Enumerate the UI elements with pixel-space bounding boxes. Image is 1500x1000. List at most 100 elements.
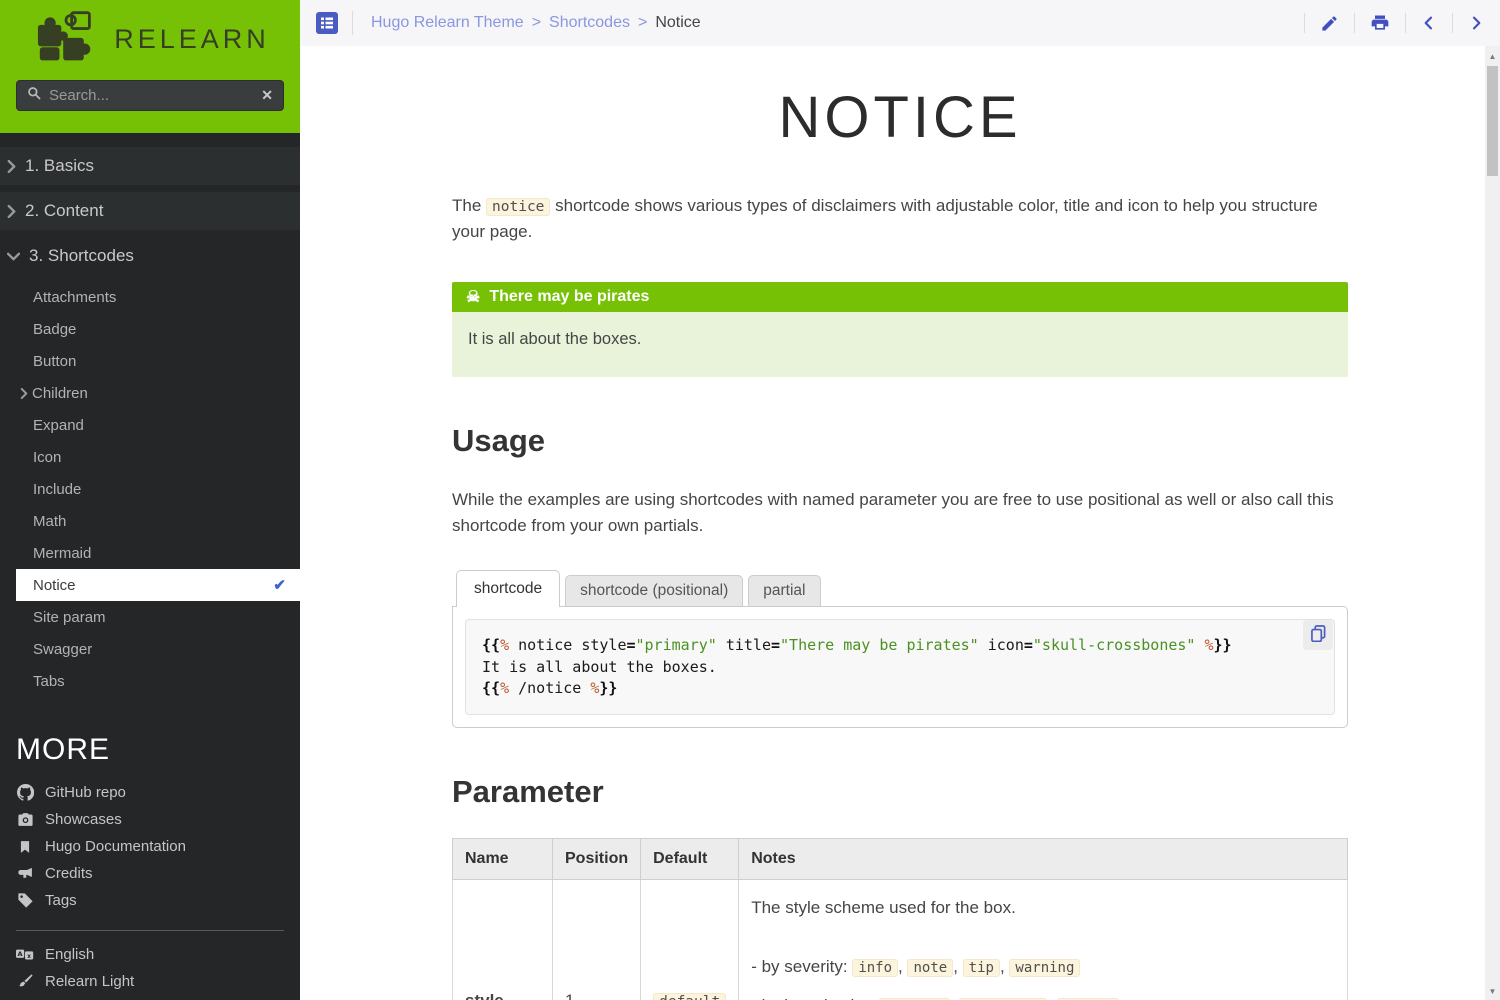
page-content: NOTICE The notice shortcode shows variou…: [300, 46, 1500, 1000]
sidebar-item-icon[interactable]: Icon: [0, 441, 300, 473]
code-token: "primary": [636, 636, 717, 654]
copy-code-button[interactable]: [1303, 620, 1333, 650]
sidebar-link-hugo-documentation[interactable]: Hugo Documentation: [0, 833, 300, 860]
print-button[interactable]: [1370, 13, 1390, 33]
next-page-button[interactable]: [1468, 14, 1484, 32]
intro-paragraph: The notice shortcode shows various types…: [452, 193, 1348, 246]
usage-heading: Usage: [452, 423, 1348, 459]
intro-text: The: [452, 196, 486, 215]
skull-crossbones-icon: ☠: [466, 287, 480, 307]
breadcrumb-separator: >: [532, 14, 541, 32]
chevron-right-icon: [20, 388, 28, 399]
code-token: /notice: [509, 679, 590, 697]
sidebar-link-label: Credits: [45, 865, 93, 882]
clear-search-icon[interactable]: ✕: [261, 87, 273, 104]
param-notes-cell: The style scheme used for the box. - by …: [739, 880, 1348, 1000]
code-token: "skull-crossbones": [1033, 636, 1196, 654]
parameter-heading: Parameter: [452, 774, 1348, 810]
code-token: =: [771, 636, 780, 654]
github-icon: [16, 784, 34, 801]
toc-menu-button[interactable]: [316, 12, 338, 34]
sidebar-theme-switch[interactable]: Relearn Light: [0, 968, 300, 995]
brand[interactable]: RELEARN: [0, 10, 300, 68]
chevron-right-icon: [7, 205, 16, 218]
page-title: NOTICE: [452, 84, 1348, 151]
sidebar-link-showcases[interactable]: Showcases: [0, 806, 300, 833]
section-label: 1. Basics: [25, 156, 94, 176]
sidebar-footer-item-partial[interactable]: [0, 995, 300, 1000]
tab-shortcode-positional[interactable]: shortcode (positional): [565, 575, 743, 606]
notes-line: - by severity: info, note, tip, warning: [751, 954, 1335, 980]
sidebar-link-label: Hugo Documentation: [45, 838, 186, 855]
breadcrumb-current: Notice: [655, 14, 700, 32]
sidebar-item-notice[interactable]: Notice ✔: [16, 569, 300, 601]
breadcrumb-link-shortcodes[interactable]: Shortcodes: [549, 14, 630, 32]
code-line: It is all about the boxes.: [482, 657, 1318, 678]
parameter-table: Name Position Default Notes style 1 defa…: [452, 838, 1348, 1000]
notice-box-body: It is all about the boxes.: [452, 312, 1348, 377]
scrollbar-thumb[interactable]: [1487, 66, 1498, 176]
puzzle-logo-icon: [30, 8, 102, 71]
section-label: 2. Content: [25, 201, 103, 221]
code-token: }}: [599, 679, 617, 697]
notice-box-title: There may be pirates: [489, 288, 649, 306]
code-token: }}: [1214, 636, 1232, 654]
sidebar-link-credits[interactable]: Credits: [0, 860, 300, 887]
sidebar-item-mermaid[interactable]: Mermaid: [0, 537, 300, 569]
code-panel: {{% notice style="primary" title="There …: [452, 606, 1348, 728]
value-chip: info: [852, 959, 898, 977]
sidebar-item-tabs[interactable]: Tabs: [0, 665, 300, 697]
scroll-down-arrow[interactable]: ▼: [1485, 987, 1500, 996]
sidebar-section-shortcodes[interactable]: 3. Shortcodes: [0, 237, 300, 275]
code-line: {{% notice style="primary" title="There …: [482, 635, 1318, 656]
sidebar-item-swagger[interactable]: Swagger: [0, 633, 300, 665]
topbar-divider: [1452, 13, 1453, 33]
sidebar-section-content[interactable]: 2. Content: [0, 192, 300, 230]
param-name-cell: style: [453, 880, 553, 1000]
sidebar-link-label: English: [45, 946, 94, 963]
sidebar-link-label: Showcases: [45, 811, 122, 828]
sidebar-item-math[interactable]: Math: [0, 505, 300, 537]
code-token: "There may be pirates": [780, 636, 979, 654]
check-icon: ✔: [273, 576, 286, 594]
sidebar-item-attachments[interactable]: Attachments: [0, 281, 300, 313]
code-token: =: [627, 636, 636, 654]
table-row: style 1 default The style scheme used fo…: [453, 880, 1348, 1000]
sidebar-item-button[interactable]: Button: [0, 345, 300, 377]
sidebar-item-expand[interactable]: Expand: [0, 409, 300, 441]
main-area: Hugo Relearn Theme > Shortcodes > Notice: [300, 0, 1500, 1000]
edit-button[interactable]: [1320, 14, 1339, 33]
code-token: notice style: [509, 636, 626, 654]
tab-shortcode[interactable]: shortcode: [456, 570, 560, 607]
search-input[interactable]: [49, 87, 253, 104]
code-token: title: [717, 636, 771, 654]
notice-box: ☠ There may be pirates It is all about t…: [452, 282, 1348, 377]
sidebar-language-switch[interactable]: Ax English: [0, 941, 300, 968]
code-token: [1195, 636, 1204, 654]
sidebar-item-include[interactable]: Include: [0, 473, 300, 505]
sidebar-section-basics[interactable]: 1. Basics: [0, 147, 300, 185]
code-block: {{% notice style="primary" title="There …: [465, 619, 1335, 715]
prev-page-button[interactable]: [1421, 14, 1437, 32]
column-header-position: Position: [553, 839, 641, 880]
value-chip: tip: [963, 959, 1000, 977]
bullhorn-icon: [16, 865, 34, 882]
value-chip: warning: [1009, 959, 1080, 977]
scroll-up-arrow[interactable]: ▲: [1485, 52, 1500, 61]
sidebar-link-tags[interactable]: Tags: [0, 887, 300, 914]
sidebar-item-children[interactable]: Children: [0, 377, 300, 409]
sidebar-item-badge[interactable]: Badge: [0, 313, 300, 345]
sidebar-link-label: GitHub repo: [45, 784, 126, 801]
topbar: Hugo Relearn Theme > Shortcodes > Notice: [300, 0, 1500, 46]
column-header-notes: Notes: [739, 839, 1348, 880]
sidebar-item-site-param[interactable]: Site param: [0, 601, 300, 633]
column-header-name: Name: [453, 839, 553, 880]
sidebar-link-github-repo[interactable]: GitHub repo: [0, 779, 300, 806]
sidebar: RELEARN ✕ 1. Basics 2. Content 3. Sh: [0, 0, 300, 1000]
breadcrumb-separator: >: [638, 14, 647, 32]
tags-icon: [16, 892, 34, 909]
breadcrumb-link-home[interactable]: Hugo Relearn Theme: [371, 14, 524, 32]
usage-paragraph: While the examples are using shortcodes …: [452, 487, 1348, 540]
topbar-divider: [1354, 13, 1355, 33]
tab-partial[interactable]: partial: [748, 575, 820, 606]
